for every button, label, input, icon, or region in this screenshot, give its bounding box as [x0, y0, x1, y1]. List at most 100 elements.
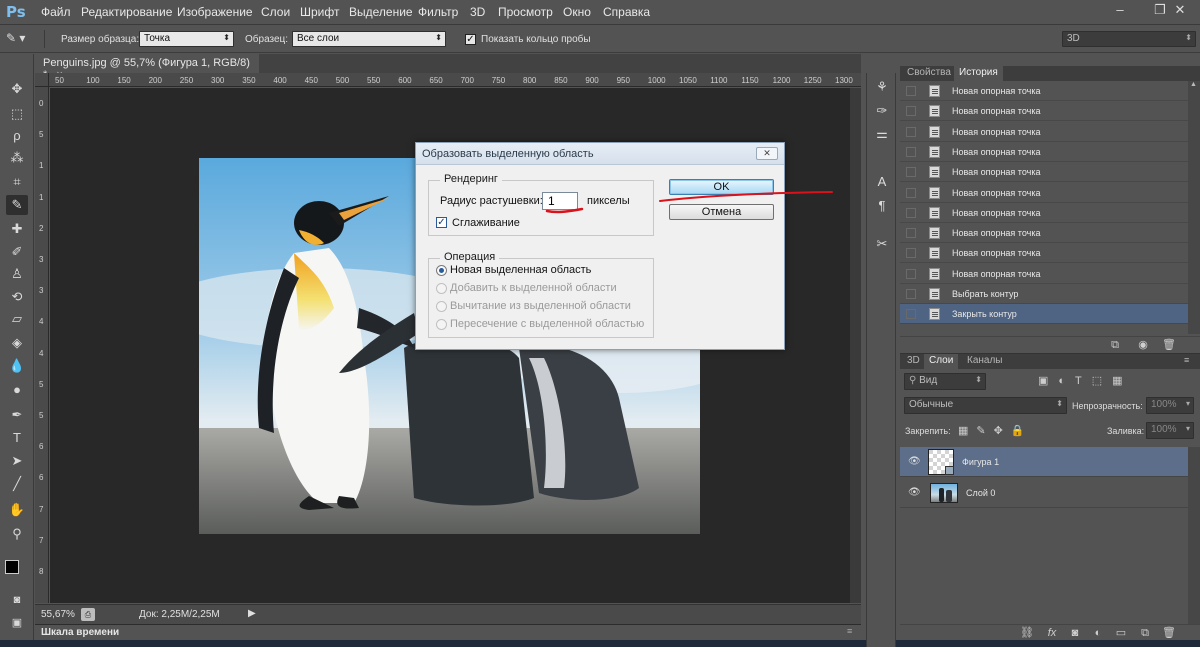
history-state-icon	[929, 267, 940, 280]
history-snapshot-checkbox[interactable]	[906, 86, 916, 96]
history-state-icon	[929, 125, 940, 138]
history-snapshot-checkbox[interactable]	[906, 248, 916, 259]
paragraph-panel-icon[interactable]: ¶	[873, 197, 891, 215]
history-snapshot-checkbox[interactable]	[906, 228, 916, 239]
fill-input[interactable]: 100% ▾	[1146, 422, 1194, 439]
add-mask-icon[interactable]: ◙	[1068, 626, 1082, 640]
history-state-icon	[929, 288, 940, 300]
layer-name[interactable]: Фигура 1	[962, 457, 999, 467]
snapshot-camera-icon[interactable]: ◉	[1136, 338, 1150, 352]
character-panel-icon[interactable]: A	[873, 173, 891, 191]
history-item[interactable]: Новая опорная точка	[900, 162, 1188, 183]
history-snapshot-checkbox[interactable]	[906, 309, 916, 320]
history-item[interactable]: Новая опорная точка	[900, 122, 1188, 142]
tools-settings-icon[interactable]: ✂	[873, 235, 891, 253]
search-icon: ⚲	[909, 375, 920, 386]
history-panel-tabs: Свойства История	[900, 66, 1200, 81]
history-snapshot-checkbox[interactable]	[906, 268, 916, 279]
panel-menu-icon[interactable]: ≡	[1184, 355, 1189, 365]
history-item[interactable]: Новая опорная точка	[900, 142, 1188, 162]
history-item[interactable]: Выбрать контур	[900, 284, 1188, 304]
tab-layers[interactable]: Слои	[924, 354, 959, 369]
annotation-underline-feather	[545, 207, 584, 214]
brush-presets-icon[interactable]: ✑	[873, 102, 891, 120]
history-item-label: Новая опорная точка	[952, 228, 1041, 239]
delete-trash-icon[interactable]: 🗑	[1162, 338, 1176, 352]
layer-filter-dropdown[interactable]: ⚲ Вид ⬍	[904, 373, 986, 390]
history-snapshot-checkbox[interactable]	[906, 126, 916, 137]
clone-source-icon[interactable]: ⚌	[873, 125, 891, 143]
history-panel: Свойства История Новая опорная точка Нова…	[900, 66, 1200, 353]
tab-properties[interactable]: Свойства	[902, 66, 956, 81]
history-item-label: Новая опорная точка	[952, 106, 1041, 117]
lock-options-icons[interactable]: ▦✎✥🔒	[958, 424, 1033, 437]
new-layer-icon[interactable]: ⧉	[1138, 626, 1152, 640]
history-snapshot-checkbox[interactable]	[906, 146, 916, 157]
history-item[interactable]: Новая опорная точка	[900, 223, 1188, 244]
chevron-updown-icon: ⬍	[975, 375, 982, 384]
history-item-label: Новая опорная точка	[952, 146, 1041, 157]
history-item[interactable]: Новая опорная точка	[900, 203, 1188, 223]
new-document-from-state-icon[interactable]: ⧉	[1108, 338, 1122, 352]
history-item-label: Новая опорная точка	[952, 86, 1041, 96]
history-item-label: Новая опорная точка	[952, 268, 1041, 279]
layer-row[interactable]: 👁 Фигура 1	[900, 447, 1188, 477]
history-state-icon	[929, 85, 940, 97]
chevron-down-icon: ▾	[1185, 424, 1190, 433]
layer-filter-type-icons[interactable]: ▣◐T⬚▦	[1038, 374, 1133, 387]
history-snapshot-checkbox[interactable]	[906, 207, 916, 218]
history-state-icon	[929, 145, 940, 158]
history-item[interactable]: Новая опорная точка	[900, 81, 1188, 101]
image-layer-thumbnail	[930, 483, 958, 503]
history-item[interactable]: Новая опорная точка	[900, 183, 1188, 203]
history-snapshot-checkbox[interactable]	[906, 167, 916, 178]
tab-3d[interactable]: 3D	[902, 354, 925, 369]
history-snapshot-checkbox[interactable]	[906, 106, 916, 117]
tab-history[interactable]: История	[954, 66, 1003, 81]
history-item-label: Новая опорная точка	[952, 248, 1041, 259]
history-state-icon	[929, 105, 940, 118]
history-state-icon	[929, 308, 940, 321]
layer-filter-value: Вид	[919, 375, 938, 386]
fill-value: 100%	[1151, 424, 1177, 435]
layers-scrollbar[interactable]	[1188, 447, 1200, 627]
history-item-label: Закрыть контур	[952, 309, 1017, 320]
tab-channels[interactable]: Каналы	[962, 354, 1008, 369]
history-item[interactable]: Закрыть контур	[900, 304, 1188, 325]
shape-layer-thumbnail	[928, 449, 954, 475]
history-snapshot-checkbox[interactable]	[906, 187, 916, 198]
delete-layer-trash-icon[interactable]: 🗑	[1162, 626, 1176, 640]
layers-panel-tabs: 3D Слои Каналы	[900, 354, 1200, 369]
adjustment-layer-icon[interactable]: ◐	[1091, 626, 1105, 640]
scroll-up-icon[interactable]: ▲	[1190, 81, 1197, 88]
history-item-label: Новая опорная точка	[952, 187, 1041, 198]
link-layers-icon[interactable]: ⛓	[1020, 626, 1034, 640]
history-state-icon	[929, 227, 940, 240]
tool-presets-icon[interactable]: ⚘	[873, 78, 891, 96]
blend-mode-dropdown[interactable]: Обычные ⬍	[904, 397, 1067, 414]
history-item-label: Выбрать контур	[952, 289, 1019, 299]
opacity-value: 100%	[1151, 399, 1177, 410]
history-item[interactable]: Новая опорная точка	[900, 101, 1188, 122]
history-item[interactable]: Новая опорная точка	[900, 243, 1188, 264]
history-state-icon	[929, 166, 940, 179]
layer-name[interactable]: Слой 0	[966, 488, 995, 498]
lock-label: Закрепить:	[905, 426, 951, 436]
layer-style-fx-icon[interactable]: fx	[1045, 626, 1059, 640]
history-scrollbar[interactable]: ▲	[1188, 81, 1200, 334]
history-state-icon	[929, 247, 940, 260]
vector-mask-icon	[945, 466, 954, 475]
chevron-updown-icon: ⬍	[1056, 399, 1063, 408]
history-snapshot-checkbox[interactable]	[906, 289, 916, 299]
layers-panel: 3D Слои Каналы ≡ ⚲ Вид ⬍ ▣◐T⬚▦ Обычные ⬍…	[900, 353, 1200, 627]
opacity-input[interactable]: 100% ▾	[1146, 397, 1194, 414]
history-item[interactable]: Новая опорная точка	[900, 264, 1188, 284]
new-group-folder-icon[interactable]: ▭	[1114, 626, 1128, 640]
blend-mode-value: Обычные	[909, 399, 954, 410]
fill-label: Заливка:	[1107, 426, 1145, 436]
visibility-eye-icon[interactable]: 👁	[908, 488, 921, 498]
layer-row[interactable]: 👁 Слой 0	[900, 478, 1188, 508]
visibility-eye-icon[interactable]: 👁	[908, 457, 921, 467]
panel-icon-strip: ⚘ ✑ ⚌ A ¶ ✂	[866, 73, 896, 647]
opacity-label: Непрозрачность:	[1072, 401, 1143, 411]
